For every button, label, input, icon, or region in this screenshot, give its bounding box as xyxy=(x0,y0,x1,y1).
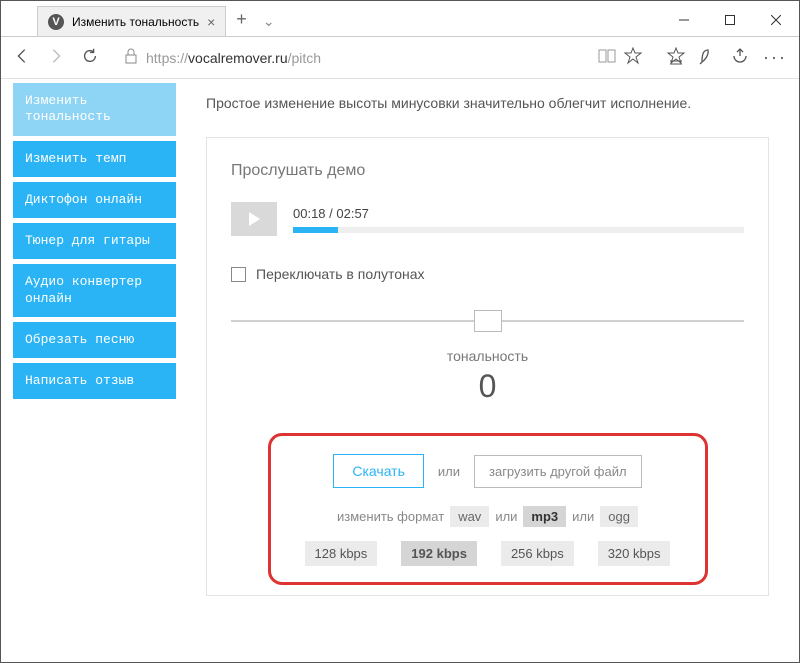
favorite-star-icon[interactable] xyxy=(624,47,642,68)
sidebar-item[interactable]: Изменить темп xyxy=(13,141,176,177)
semitone-checkbox[interactable] xyxy=(231,267,246,282)
download-block: Скачать или загрузить другой файл измени… xyxy=(268,433,708,585)
sidebar-item[interactable]: Изменить тональность xyxy=(13,83,176,136)
url-input[interactable]: https://vocalremover.ru/pitch xyxy=(115,42,651,73)
bitrate-option[interactable]: 320 kbps xyxy=(598,541,671,566)
download-button[interactable]: Скачать xyxy=(333,454,424,488)
close-window-button[interactable] xyxy=(753,4,799,36)
slider-label: тональность xyxy=(231,348,744,364)
play-button[interactable] xyxy=(231,202,277,236)
demo-panel: Прослушать демо 00:18 / 02:57 Переключат… xyxy=(206,137,769,596)
browser-tab[interactable]: V Изменить тональность × xyxy=(37,6,226,36)
or-text: или xyxy=(438,464,460,479)
panel-title: Прослушать демо xyxy=(231,162,744,180)
format-row: изменить форматwavилиmp3илиogg xyxy=(297,506,679,527)
page-content: Изменить тональность Изменить темп Диктофо… xyxy=(1,79,799,662)
bitrate-option[interactable]: 256 kbps xyxy=(501,541,574,566)
menu-icon[interactable]: ··· xyxy=(763,47,787,68)
semitone-label: Переключать в полутонах xyxy=(256,266,425,282)
progress-bar[interactable] xyxy=(293,227,744,233)
maximize-button[interactable] xyxy=(707,4,753,36)
sidebar: Изменить тональность Изменить темп Диктофо… xyxy=(1,79,176,662)
progress-fill xyxy=(293,227,338,233)
sidebar-item[interactable]: Аудио конвертер онлайн xyxy=(13,264,176,317)
url-text: https://vocalremover.ru/pitch xyxy=(146,50,590,66)
format-option-wav[interactable]: wav xyxy=(450,506,489,527)
minimize-button[interactable] xyxy=(661,4,707,36)
tab-actions-icon[interactable]: ⌄ xyxy=(257,13,285,36)
sidebar-item[interactable]: Написать отзыв xyxy=(13,363,176,399)
favicon-icon: V xyxy=(48,14,64,30)
reading-view-icon[interactable] xyxy=(598,48,616,67)
bitrate-option[interactable]: 192 kbps xyxy=(401,541,477,566)
bitrate-row: 128 kbps 192 kbps 256 kbps 320 kbps xyxy=(297,541,679,566)
or-text: или xyxy=(572,509,594,524)
audio-player: 00:18 / 02:57 xyxy=(231,202,744,236)
pitch-slider[interactable] xyxy=(231,302,744,342)
format-label: изменить формат xyxy=(337,509,444,524)
sidebar-item[interactable]: Обрезать песню xyxy=(13,322,176,358)
play-icon xyxy=(247,212,261,226)
main-area: Простое изменение высоты минусовки значи… xyxy=(176,79,799,662)
slider-thumb[interactable] xyxy=(474,310,502,332)
share-icon[interactable] xyxy=(731,47,749,68)
back-button[interactable] xyxy=(13,47,31,68)
intro-text: Простое изменение высоты минусовки значи… xyxy=(206,95,769,111)
title-bar: V Изменить тональность × + ⌄ xyxy=(1,1,799,37)
new-tab-button[interactable]: + xyxy=(226,9,257,36)
address-bar: https://vocalremover.ru/pitch ··· xyxy=(1,37,799,79)
playback-time: 00:18 / 02:57 xyxy=(293,206,744,221)
sidebar-item[interactable]: Диктофон онлайн xyxy=(13,182,176,218)
notes-icon[interactable] xyxy=(699,47,717,68)
upload-another-button[interactable]: загрузить другой файл xyxy=(474,455,642,488)
close-tab-button[interactable]: × xyxy=(207,14,215,30)
bitrate-option[interactable]: 128 kbps xyxy=(305,541,378,566)
or-text: или xyxy=(495,509,517,524)
format-option-mp3[interactable]: mp3 xyxy=(523,506,566,527)
slider-value: 0 xyxy=(231,368,744,405)
forward-button[interactable] xyxy=(47,47,65,68)
favorites-icon[interactable] xyxy=(667,47,685,68)
format-option-ogg[interactable]: ogg xyxy=(600,506,638,527)
window-controls xyxy=(661,4,799,36)
sidebar-item[interactable]: Тюнер для гитары xyxy=(13,223,176,259)
lock-icon xyxy=(124,48,138,67)
refresh-button[interactable] xyxy=(81,47,99,68)
tab-title: Изменить тональность xyxy=(72,15,199,29)
